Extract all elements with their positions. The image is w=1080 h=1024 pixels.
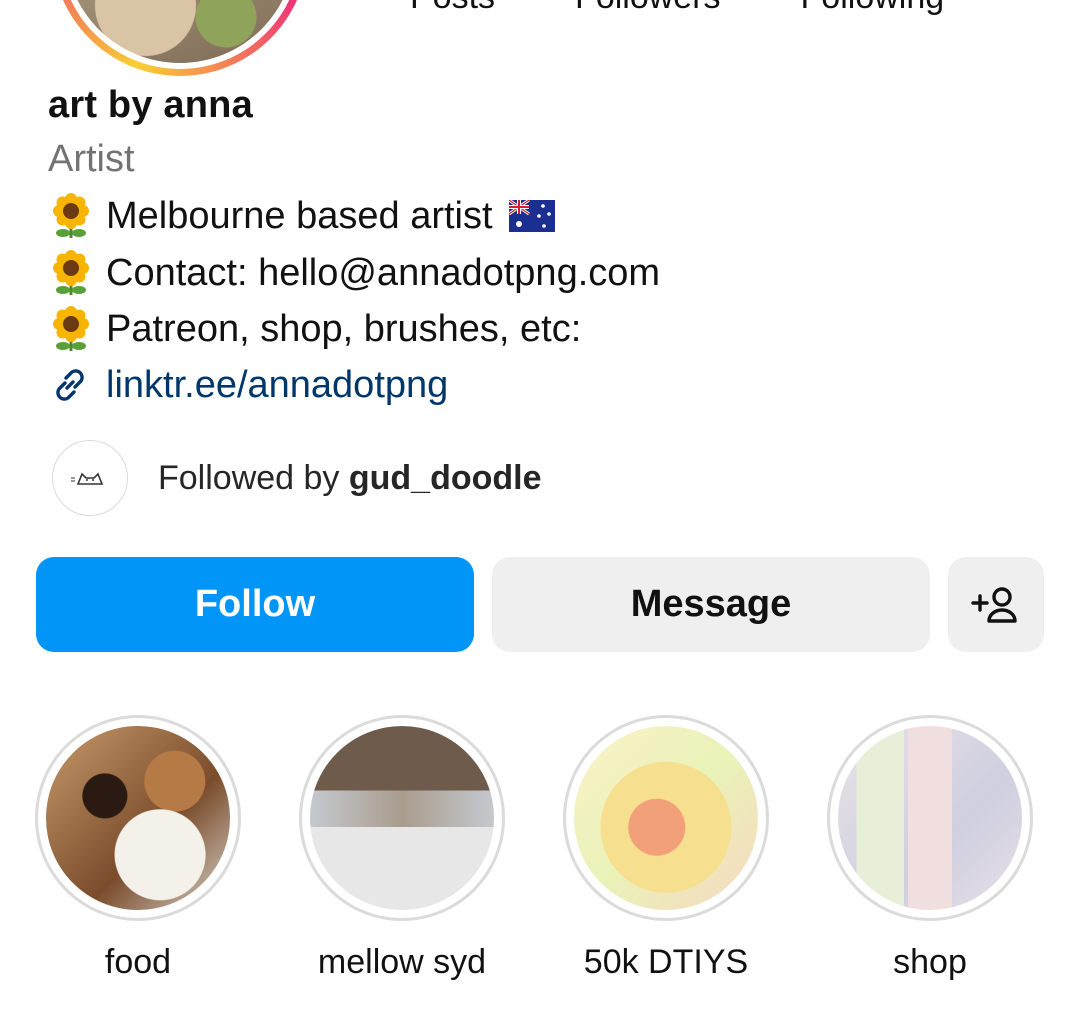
avatar-image [65, 0, 295, 63]
bio-text-links: Patreon, shop, brushes, etc: [106, 307, 582, 350]
bio-text-contact: Contact: hello@annadotpng.com [106, 251, 661, 294]
sunflower-icon [53, 193, 89, 238]
bio-line: Contact: hello@annadotpng.com [48, 250, 660, 296]
display-name: art by anna [48, 84, 253, 126]
bio-text-location: Melbourne based artist [106, 194, 493, 237]
followed-by[interactable]: Followed by gud_doodle [52, 440, 542, 516]
australia-flag-icon [508, 200, 555, 232]
profile-category: Artist [48, 138, 135, 180]
highlight-food[interactable]: food [33, 715, 243, 982]
sunflower-icon [53, 306, 89, 351]
follower-avatar[interactable] [52, 440, 128, 516]
profile-link[interactable]: linktr.ee/annadotpng [48, 363, 448, 407]
profile-avatar[interactable] [52, 0, 308, 76]
highlight-cover [310, 726, 494, 910]
stat-following-label[interactable]: Following [801, 0, 945, 17]
followed-by-text: Followed by gud_doodle [158, 459, 542, 498]
stat-posts-label[interactable]: Posts [410, 0, 495, 17]
highlight-shop[interactable]: shop [825, 715, 1035, 982]
highlight-label: 50k DTIYS [583, 943, 749, 981]
add-person-icon [971, 586, 1017, 623]
highlight-label: mellow syd [317, 943, 487, 981]
link-icon [56, 369, 84, 401]
profile-page: Posts Followers Following art by anna Ar… [0, 0, 1080, 1024]
bio-line: Melbourne based artist [48, 193, 555, 239]
highlight-mellow-syd[interactable]: mellow syd [297, 715, 507, 982]
highlight-dtiys[interactable]: 50k DTIYS [561, 715, 771, 982]
profile-stats: Posts Followers Following [410, 0, 944, 17]
highlight-cover [574, 726, 758, 910]
highlight-cover [46, 726, 230, 910]
link-text[interactable]: linktr.ee/annadotpng [106, 364, 448, 407]
followed-by-prefix: Followed by [158, 458, 340, 497]
suggested-accounts-button[interactable] [948, 557, 1044, 652]
stat-followers-label[interactable]: Followers [575, 0, 720, 17]
message-button[interactable]: Message [492, 557, 930, 652]
bio-line: Patreon, shop, brushes, etc: [48, 306, 581, 352]
highlight-cover [838, 726, 1022, 910]
highlight-label: food [104, 943, 172, 981]
doodle-cat-icon [71, 472, 104, 485]
follow-button[interactable]: Follow [36, 557, 474, 652]
sunflower-icon [53, 250, 89, 295]
followed-by-username[interactable]: gud_doodle [349, 459, 542, 497]
highlight-label: shop [893, 943, 967, 981]
